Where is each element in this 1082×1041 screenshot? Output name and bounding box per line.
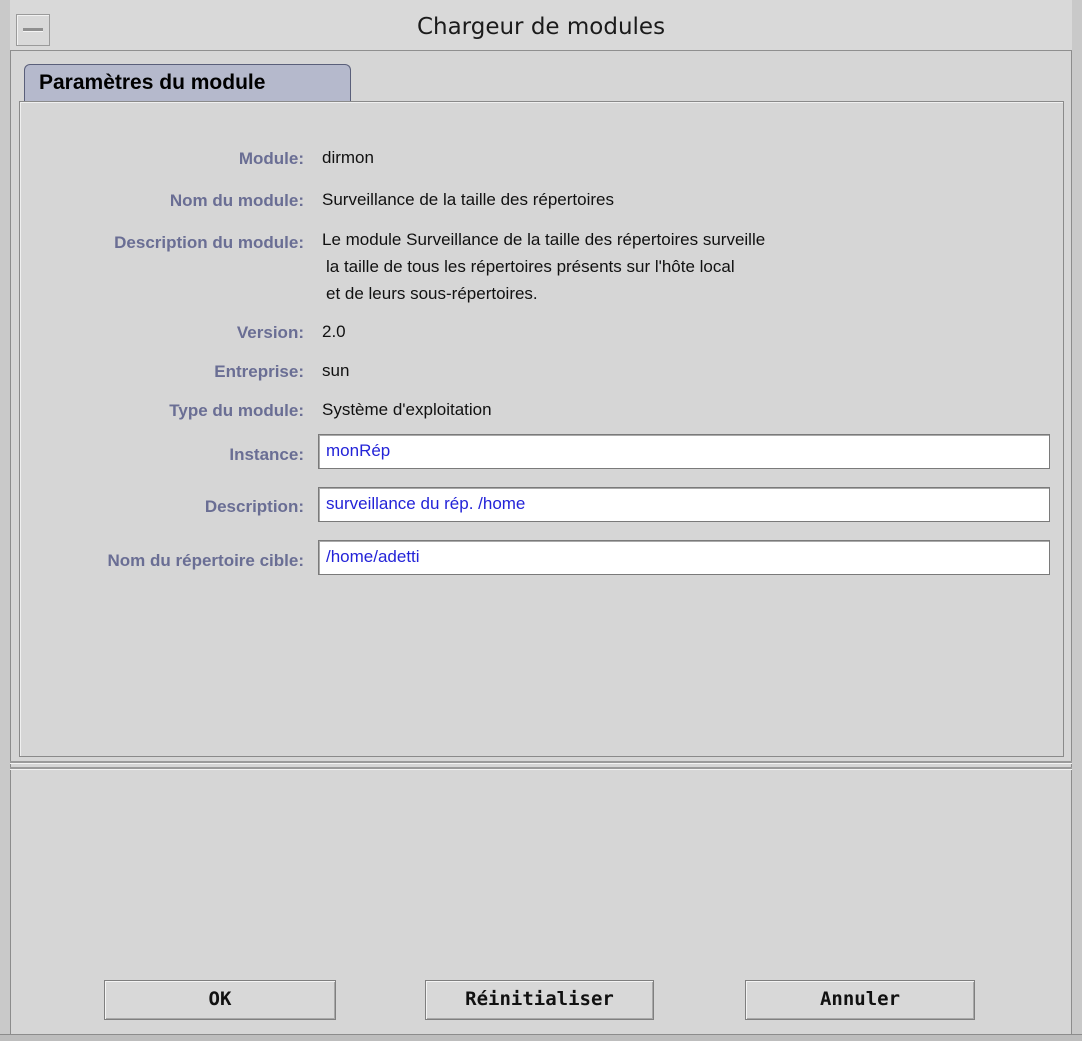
- module-value: dirmon: [322, 148, 374, 167]
- module-type-value: Système d'exploitation: [322, 400, 492, 419]
- instance-input[interactable]: [319, 435, 1026, 466]
- cancel-button[interactable]: Annuler: [745, 980, 975, 1020]
- window-left-border: [0, 0, 11, 1041]
- module-description-line: la taille de tous les répertoires présen…: [326, 257, 735, 276]
- module-type-label: Type du module:: [169, 401, 304, 420]
- window-right-border: [1071, 0, 1082, 1041]
- module-loader-window: Chargeur de modules Paramètres du module…: [0, 0, 1082, 1041]
- target-directory-field-box: [318, 540, 1050, 575]
- target-directory-input[interactable]: [319, 541, 1026, 572]
- separator: [10, 761, 1072, 764]
- tab-label: Paramètres du module: [39, 71, 266, 94]
- module-label: Module:: [238, 149, 304, 168]
- company-label: Entreprise:: [214, 362, 304, 381]
- module-description-label: Description du module:: [114, 233, 304, 252]
- version-label: Version:: [236, 323, 304, 342]
- window-title: Chargeur de modules: [416, 14, 666, 40]
- target-directory-label: Nom du répertoire cible:: [107, 551, 304, 570]
- module-description-line: Le module Surveillance de la taille des …: [322, 230, 766, 249]
- instance-label: Instance:: [229, 445, 304, 464]
- module-description-line: et de leurs sous-répertoires.: [326, 284, 538, 303]
- description-field-box: [318, 487, 1050, 522]
- company-value: sun: [322, 361, 350, 380]
- title-bar: Chargeur de modules: [10, 0, 1072, 51]
- window-bottom-border: [0, 1034, 1082, 1041]
- description-label: Description:: [204, 497, 304, 516]
- instance-field-box: [318, 434, 1050, 469]
- description-input[interactable]: [319, 488, 1026, 519]
- version-value: 2.0: [322, 322, 346, 341]
- tab-module-parameters[interactable]: Paramètres du module: [24, 64, 351, 103]
- separator: [10, 767, 1072, 770]
- module-description-value: Le module Surveillance de la taille des …: [322, 226, 765, 307]
- module-name-value: Surveillance de la taille des répertoire…: [322, 190, 614, 209]
- reset-button[interactable]: Réinitialiser: [425, 980, 654, 1020]
- ok-button[interactable]: OK: [104, 980, 336, 1020]
- module-name-label: Nom du module:: [169, 191, 304, 210]
